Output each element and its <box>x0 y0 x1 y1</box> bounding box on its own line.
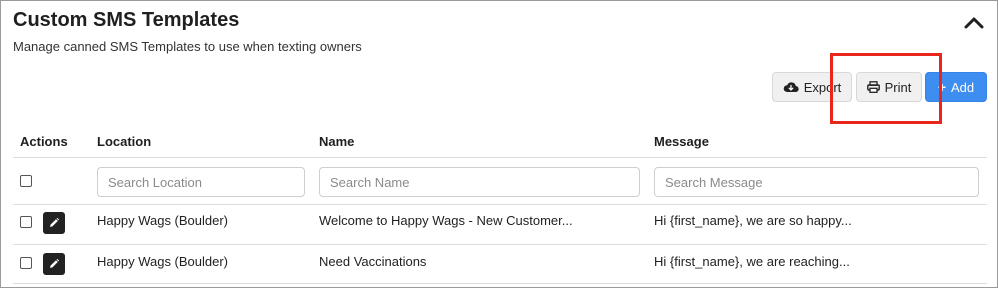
column-header-location[interactable]: Location <box>97 134 151 149</box>
collapse-button[interactable] <box>960 11 988 33</box>
search-location-input[interactable] <box>97 167 305 197</box>
row-location: Happy Wags (Boulder) <box>97 254 229 269</box>
sms-templates-panel: Custom SMS Templates Manage canned SMS T… <box>0 0 998 288</box>
export-label: Export <box>803 79 842 95</box>
row-location: Happy Wags (Boulder) <box>97 213 229 228</box>
export-button[interactable]: Export <box>772 72 852 102</box>
row-name: Welcome to Happy Wags - New Customer... <box>319 213 573 228</box>
edit-button[interactable] <box>43 253 65 275</box>
header-divider <box>13 157 987 158</box>
plus-icon: + <box>937 79 947 95</box>
print-label: Print <box>884 79 912 95</box>
page-title: Custom SMS Templates <box>13 9 240 31</box>
add-button[interactable]: + Add <box>925 72 987 102</box>
column-header-actions: Actions <box>20 134 68 149</box>
cloud-download-icon <box>783 82 799 93</box>
printer-icon <box>866 81 880 93</box>
row-divider <box>13 244 987 245</box>
row-message: Hi {first_name}, we are so happy... <box>654 213 852 228</box>
row-checkbox[interactable] <box>20 216 32 228</box>
edit-button[interactable] <box>43 212 65 234</box>
row-checkbox[interactable] <box>20 257 32 269</box>
search-name-input[interactable] <box>319 167 640 197</box>
search-message-input[interactable] <box>654 167 979 197</box>
row-divider <box>13 204 987 205</box>
print-button[interactable]: Print <box>856 72 922 102</box>
add-label: Add <box>951 79 975 95</box>
pencil-icon <box>50 217 60 227</box>
chevron-up-icon <box>964 17 984 29</box>
row-divider <box>13 283 987 284</box>
column-header-message[interactable]: Message <box>654 134 709 149</box>
pencil-icon <box>50 258 60 268</box>
column-header-name[interactable]: Name <box>319 134 354 149</box>
select-all-checkbox[interactable] <box>20 175 32 187</box>
row-message: Hi {first_name}, we are reaching... <box>654 254 850 269</box>
row-name: Need Vaccinations <box>319 254 427 269</box>
page-subtitle: Manage canned SMS Templates to use when … <box>13 39 362 54</box>
